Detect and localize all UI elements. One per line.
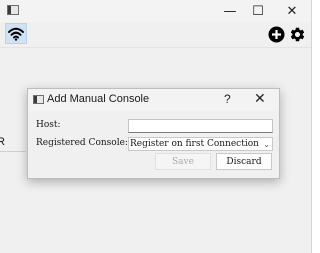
dialog-close-button[interactable]: ✕ [254, 91, 266, 107]
help-button[interactable]: ? [224, 92, 231, 106]
discard-button[interactable]: Discard [216, 153, 272, 170]
divider [0, 151, 26, 152]
add-manual-console-dialog: Add Manual Console ? ✕ Host: Registered … [27, 88, 280, 179]
add-circle-icon [268, 26, 284, 42]
settings-button[interactable] [288, 25, 306, 43]
add-console-button[interactable] [267, 25, 285, 43]
wifi-button[interactable] [5, 23, 27, 44]
maximize-button[interactable]: ☐ [241, 0, 275, 22]
gear-icon [290, 27, 304, 41]
screen: — ☐ ✕ R Add Manual Console ? ✕ Host: Reg… [0, 0, 312, 253]
host-label: Host: [36, 120, 61, 130]
save-button[interactable]: Save [155, 153, 211, 170]
host-input[interactable] [128, 119, 273, 133]
dialog-titlebar: Add Manual Console ? ✕ [28, 89, 279, 111]
registered-console-select[interactable]: Register on first Connection ⌄ [128, 137, 273, 151]
registered-console-value: Register on first Connection [130, 139, 259, 149]
registered-console-label: Registered Console: [36, 138, 128, 148]
chevron-down-icon: ⌄ [262, 139, 270, 150]
dialog-app-icon [33, 95, 44, 104]
dialog-title: Add Manual Console [47, 93, 150, 105]
main-titlebar: — ☐ ✕ [0, 0, 311, 22]
background-text: R [0, 136, 5, 148]
app-icon [7, 5, 19, 15]
toolbar [0, 22, 311, 47]
close-button[interactable]: ✕ [275, 0, 309, 22]
wifi-icon [8, 27, 24, 41]
